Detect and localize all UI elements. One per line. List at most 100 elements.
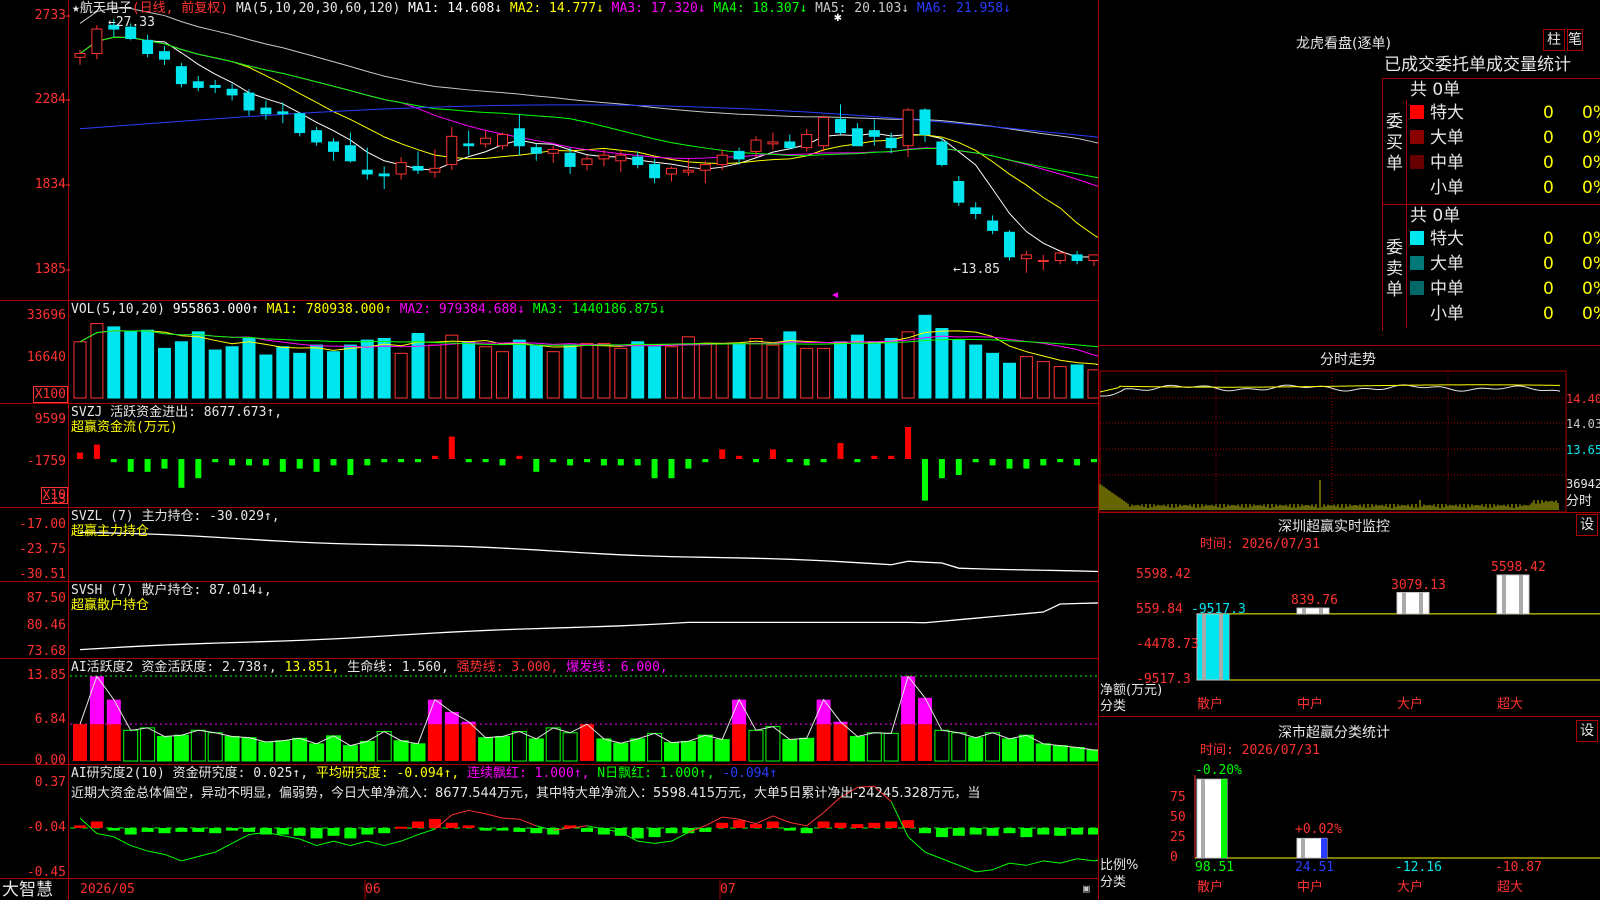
sell-color-swatch: [1410, 281, 1424, 295]
sz-class-bar-edge: [1221, 779, 1227, 858]
order-percent: 0%: [1582, 103, 1600, 123]
order-count: 0: [1543, 153, 1554, 173]
sz-monitor-title: 深圳超赢实时监控: [1278, 519, 1390, 535]
buy-row-2: 中单: [1410, 153, 1464, 173]
dragon-header: 已成交委托单成交量统计: [1384, 55, 1571, 75]
order-percent: 0%: [1582, 254, 1600, 274]
order-percent: 0%: [1582, 279, 1600, 299]
sz-monitor-bar-shade: [1502, 575, 1506, 614]
order-percent: 0%: [1582, 304, 1600, 324]
y-axis-label: 16640: [26, 350, 66, 365]
intraday-vol-label: 36942: [1566, 477, 1600, 491]
y-axis-label: -0.04: [26, 820, 66, 835]
sell-row-3: 小单: [1410, 304, 1464, 324]
sell-row-name: 中单: [1430, 279, 1464, 299]
bar-mode-button[interactable]: 柱: [1543, 29, 1565, 51]
y-axis-label: 13.85: [26, 668, 66, 683]
buy-color-swatch: [1410, 105, 1424, 119]
sz-class-category: 散户: [1197, 880, 1224, 895]
sz-monitor-y-label: -4478.73: [1136, 637, 1199, 652]
sz-class-bar-edge: [1321, 838, 1327, 858]
order-count: 0: [1543, 254, 1554, 274]
buy-color-swatch: [1410, 155, 1424, 169]
order-percent: 0%: [1582, 128, 1600, 148]
sz-monitor-bar-shade: [1219, 613, 1223, 680]
intraday-y-high: 14.40: [1566, 392, 1600, 406]
sz-class-settings-button[interactable]: 设: [1576, 720, 1598, 742]
sz-class-bar-shade: [1201, 779, 1205, 858]
dragon-title: 龙虎看盘(逐单): [1296, 36, 1391, 52]
order-count: 0: [1543, 304, 1554, 324]
sell-row-name: 特大: [1430, 229, 1464, 249]
buy-row-0: 特大: [1410, 103, 1464, 123]
sz-monitor-bar: [1296, 607, 1330, 615]
y-axis-label: 33696: [26, 308, 66, 323]
pen-mode-button[interactable]: 笔: [1567, 29, 1583, 51]
sz-monitor-bar-value: 839.76: [1291, 593, 1338, 609]
order-percent: 0%: [1582, 229, 1600, 249]
sz-monitor-bar-shade: [1202, 613, 1206, 680]
intraday-split-label: 分时: [1566, 494, 1593, 509]
buy-color-swatch: [1410, 130, 1424, 144]
intraday-title: 分时走势: [1320, 352, 1376, 368]
dragon-mid-divider: [1382, 204, 1600, 205]
y-axis-label: 2284: [34, 92, 66, 107]
sell-color-swatch: [1410, 306, 1424, 320]
y-axis-label: 9599: [34, 412, 66, 427]
buy-orders-label: 委买单: [1386, 112, 1403, 174]
sz-monitor-y-label: 559.84: [1136, 602, 1183, 617]
sz-monitor-category: 大户: [1397, 697, 1424, 712]
sz-monitor-settings-button[interactable]: 设: [1576, 514, 1598, 536]
buy-row-name: 特大: [1430, 103, 1464, 123]
sell-row-name: 小单: [1430, 304, 1464, 324]
y-axis-label: 73.68: [26, 644, 66, 659]
y-axis-label: -30.51: [19, 567, 66, 582]
sz-monitor-time: 时间: 2026/07/31: [1200, 537, 1320, 552]
divider: [1099, 512, 1600, 513]
sz-class-y-label: 50: [1170, 810, 1186, 825]
order-count: 0: [1543, 103, 1554, 123]
sz-class-y-label: 75: [1170, 790, 1186, 805]
sz-monitor-bar-edge: [1224, 613, 1229, 680]
y-axis-label: -1759: [26, 454, 66, 469]
divider: [1099, 716, 1600, 717]
buy-row-name: 大单: [1430, 128, 1464, 148]
y-axis-label: 0.37: [34, 775, 66, 790]
sz-class-cat-caption: 分类: [1100, 875, 1127, 890]
sz-class-category: 中户: [1297, 880, 1324, 895]
sz-class-y-label: 25: [1170, 830, 1186, 845]
intraday-y-mid: 14.03: [1566, 417, 1600, 431]
sz-monitor-bar-value: -9517.3: [1191, 601, 1246, 617]
sell-row-1: 大单: [1410, 254, 1464, 274]
sz-monitor-category: 散户: [1197, 697, 1224, 712]
sell-total: 共 0单: [1410, 206, 1461, 226]
buy-row-name: 中单: [1430, 153, 1464, 173]
sz-class-y-label: 0: [1170, 850, 1178, 865]
order-percent: 0%: [1582, 153, 1600, 173]
y-axis-label: -17.00: [19, 517, 66, 532]
buy-row-3: 小单: [1410, 178, 1464, 198]
sz-monitor-category: 中户: [1297, 697, 1324, 712]
sz-class-axis-caption: 比例%: [1100, 858, 1139, 873]
buy-row-name: 小单: [1430, 178, 1464, 198]
sz-monitor-bar-shade: [1319, 608, 1323, 614]
sz-monitor-y-label: 5598.42: [1136, 567, 1191, 582]
sell-row-2: 中单: [1410, 279, 1464, 299]
order-count: 0: [1543, 178, 1554, 198]
sell-orders-label: 委卖单: [1386, 238, 1403, 300]
y-axis-label: 1385: [34, 262, 66, 277]
y-axis-label: 80.46: [26, 618, 66, 633]
intraday-frame: [1099, 370, 1567, 513]
sz-class-value: -10.87: [1495, 860, 1542, 875]
y-axis-label: -0.45: [26, 865, 66, 880]
sz-class-value: 24.51: [1295, 860, 1335, 875]
sz-monitor-cat-caption: 分类: [1100, 699, 1127, 714]
sz-monitor-bar-shade: [1302, 608, 1306, 614]
sz-class-change: -0.20%: [1195, 763, 1242, 779]
sz-monitor-y-label: -9517.3: [1136, 672, 1191, 687]
sz-class-value: 98.51: [1195, 860, 1235, 875]
sz-class-title: 深市超赢分类统计: [1278, 725, 1390, 741]
y-axis-label: X10: [40, 487, 68, 504]
order-count: 0: [1543, 279, 1554, 299]
order-count: 0: [1543, 128, 1554, 148]
